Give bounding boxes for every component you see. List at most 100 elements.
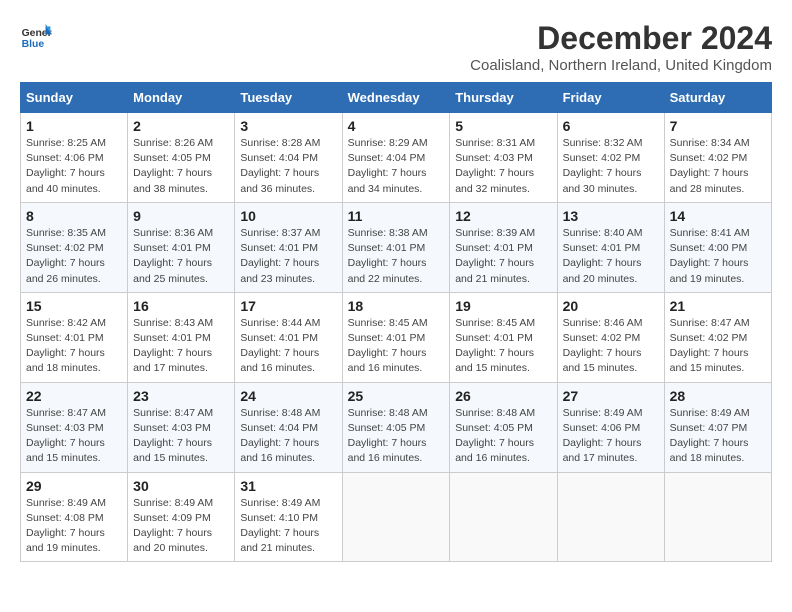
calendar-cell: 24 Sunrise: 8:48 AMSunset: 4:04 PMDayligh… <box>235 382 342 472</box>
day-number: 9 <box>133 208 229 224</box>
calendar-cell: 31 Sunrise: 8:49 AMSunset: 4:10 PMDayligh… <box>235 472 342 562</box>
day-info: Sunrise: 8:45 AMSunset: 4:01 PMDaylight:… <box>348 316 445 377</box>
day-number: 10 <box>240 208 336 224</box>
calendar-cell: 21 Sunrise: 8:47 AMSunset: 4:02 PMDayligh… <box>664 292 771 382</box>
calendar-cell: 18 Sunrise: 8:45 AMSunset: 4:01 PMDayligh… <box>342 292 450 382</box>
day-number: 8 <box>26 208 122 224</box>
calendar-cell: 22 Sunrise: 8:47 AMSunset: 4:03 PMDayligh… <box>21 382 128 472</box>
day-info: Sunrise: 8:36 AMSunset: 4:01 PMDaylight:… <box>133 226 229 287</box>
day-info: Sunrise: 8:43 AMSunset: 4:01 PMDaylight:… <box>133 316 229 377</box>
day-info: Sunrise: 8:39 AMSunset: 4:01 PMDaylight:… <box>455 226 551 287</box>
day-info: Sunrise: 8:48 AMSunset: 4:04 PMDaylight:… <box>240 406 336 467</box>
calendar-cell: 11 Sunrise: 8:38 AMSunset: 4:01 PMDayligh… <box>342 202 450 292</box>
calendar-week-row: 1 Sunrise: 8:25 AMSunset: 4:06 PMDaylight… <box>21 113 772 203</box>
day-number: 14 <box>670 208 766 224</box>
column-header-tuesday: Tuesday <box>235 83 342 113</box>
day-info: Sunrise: 8:48 AMSunset: 4:05 PMDaylight:… <box>348 406 445 467</box>
day-number: 21 <box>670 298 766 314</box>
calendar-cell: 20Sunrise: 8:46 AMSunset: 4:02 PMDayligh… <box>557 292 664 382</box>
calendar-cell: 17 Sunrise: 8:44 AMSunset: 4:01 PMDayligh… <box>235 292 342 382</box>
calendar-cell: 13Sunrise: 8:40 AMSunset: 4:01 PMDayligh… <box>557 202 664 292</box>
calendar-cell: 4Sunrise: 8:29 AMSunset: 4:04 PMDaylight… <box>342 113 450 203</box>
day-info: Sunrise: 8:37 AMSunset: 4:01 PMDaylight:… <box>240 226 336 287</box>
day-number: 30 <box>133 478 229 494</box>
column-header-sunday: Sunday <box>21 83 128 113</box>
day-number: 26 <box>455 388 551 404</box>
day-number: 7 <box>670 118 766 134</box>
calendar-cell: 9 Sunrise: 8:36 AMSunset: 4:01 PMDaylight… <box>128 202 235 292</box>
calendar-cell: 16 Sunrise: 8:43 AMSunset: 4:01 PMDayligh… <box>128 292 235 382</box>
calendar-cell: 25Sunrise: 8:48 AMSunset: 4:05 PMDayligh… <box>342 382 450 472</box>
day-info: Sunrise: 8:48 AMSunset: 4:05 PMDaylight:… <box>455 406 551 467</box>
day-info: Sunrise: 8:47 AMSunset: 4:02 PMDaylight:… <box>670 316 766 377</box>
day-info: Sunrise: 8:31 AMSunset: 4:03 PMDaylight:… <box>455 136 551 197</box>
calendar-cell: 8 Sunrise: 8:35 AMSunset: 4:02 PMDaylight… <box>21 202 128 292</box>
day-info: Sunrise: 8:49 AMSunset: 4:06 PMDaylight:… <box>563 406 659 467</box>
day-number: 23 <box>133 388 229 404</box>
svg-text:Blue: Blue <box>22 39 45 50</box>
calendar-cell: 14 Sunrise: 8:41 AMSunset: 4:00 PMDayligh… <box>664 202 771 292</box>
page-header: General Blue December 2024 Coalisland, N… <box>20 20 772 74</box>
day-number: 27 <box>563 388 659 404</box>
calendar-cell: 28 Sunrise: 8:49 AMSunset: 4:07 PMDayligh… <box>664 382 771 472</box>
day-number: 19 <box>455 298 551 314</box>
day-info: Sunrise: 8:41 AMSunset: 4:00 PMDaylight:… <box>670 226 766 287</box>
day-info: Sunrise: 8:47 AMSunset: 4:03 PMDaylight:… <box>133 406 229 467</box>
day-info: Sunrise: 8:44 AMSunset: 4:01 PMDaylight:… <box>240 316 336 377</box>
calendar-cell: 5 Sunrise: 8:31 AMSunset: 4:03 PMDaylight… <box>450 113 557 203</box>
day-info: Sunrise: 8:25 AMSunset: 4:06 PMDaylight:… <box>26 136 122 197</box>
calendar-header-row: SundayMondayTuesdayWednesdayThursdayFrid… <box>21 83 772 113</box>
calendar-week-row: 15 Sunrise: 8:42 AMSunset: 4:01 PMDayligh… <box>21 292 772 382</box>
day-info: Sunrise: 8:45 AMSunset: 4:01 PMDaylight:… <box>455 316 551 377</box>
calendar-cell: 6 Sunrise: 8:32 AMSunset: 4:02 PMDaylight… <box>557 113 664 203</box>
column-header-thursday: Thursday <box>450 83 557 113</box>
day-number: 29 <box>26 478 122 494</box>
calendar-cell: 27 Sunrise: 8:49 AMSunset: 4:06 PMDayligh… <box>557 382 664 472</box>
column-header-monday: Monday <box>128 83 235 113</box>
day-info: Sunrise: 8:26 AMSunset: 4:05 PMDaylight:… <box>133 136 229 197</box>
day-info: Sunrise: 8:40 AMSunset: 4:01 PMDaylight:… <box>563 226 659 287</box>
logo-icon: General Blue <box>20 20 52 52</box>
day-number: 18 <box>348 298 445 314</box>
calendar-cell: 19 Sunrise: 8:45 AMSunset: 4:01 PMDayligh… <box>450 292 557 382</box>
title-area: December 2024 Coalisland, Northern Irela… <box>470 20 772 74</box>
column-header-friday: Friday <box>557 83 664 113</box>
calendar-cell <box>342 472 450 562</box>
day-info: Sunrise: 8:46 AMSunset: 4:02 PMDaylight:… <box>563 316 659 377</box>
day-info: Sunrise: 8:42 AMSunset: 4:01 PMDaylight:… <box>26 316 122 377</box>
day-number: 24 <box>240 388 336 404</box>
day-info: Sunrise: 8:28 AMSunset: 4:04 PMDaylight:… <box>240 136 336 197</box>
calendar-week-row: 29 Sunrise: 8:49 AMSunset: 4:08 PMDayligh… <box>21 472 772 562</box>
calendar-cell: 2Sunrise: 8:26 AMSunset: 4:05 PMDaylight… <box>128 113 235 203</box>
day-number: 12 <box>455 208 551 224</box>
calendar-cell: 30Sunrise: 8:49 AMSunset: 4:09 PMDayligh… <box>128 472 235 562</box>
logo: General Blue <box>20 20 52 52</box>
day-number: 6 <box>563 118 659 134</box>
day-info: Sunrise: 8:49 AMSunset: 4:07 PMDaylight:… <box>670 406 766 467</box>
calendar-cell: 15 Sunrise: 8:42 AMSunset: 4:01 PMDayligh… <box>21 292 128 382</box>
day-number: 31 <box>240 478 336 494</box>
calendar-cell: 10 Sunrise: 8:37 AMSunset: 4:01 PMDayligh… <box>235 202 342 292</box>
day-number: 11 <box>348 208 445 224</box>
day-number: 22 <box>26 388 122 404</box>
calendar-cell: 29 Sunrise: 8:49 AMSunset: 4:08 PMDayligh… <box>21 472 128 562</box>
day-number: 1 <box>26 118 122 134</box>
day-info: Sunrise: 8:35 AMSunset: 4:02 PMDaylight:… <box>26 226 122 287</box>
calendar-cell: 1 Sunrise: 8:25 AMSunset: 4:06 PMDaylight… <box>21 113 128 203</box>
day-info: Sunrise: 8:49 AMSunset: 4:10 PMDaylight:… <box>240 496 336 557</box>
day-number: 5 <box>455 118 551 134</box>
day-info: Sunrise: 8:29 AMSunset: 4:04 PMDaylight:… <box>348 136 445 197</box>
calendar-week-row: 8 Sunrise: 8:35 AMSunset: 4:02 PMDaylight… <box>21 202 772 292</box>
day-number: 16 <box>133 298 229 314</box>
main-title: December 2024 <box>470 20 772 57</box>
calendar-cell <box>664 472 771 562</box>
day-info: Sunrise: 8:49 AMSunset: 4:08 PMDaylight:… <box>26 496 122 557</box>
subtitle: Coalisland, Northern Ireland, United Kin… <box>470 57 772 74</box>
day-info: Sunrise: 8:47 AMSunset: 4:03 PMDaylight:… <box>26 406 122 467</box>
calendar-cell <box>557 472 664 562</box>
day-number: 15 <box>26 298 122 314</box>
day-info: Sunrise: 8:32 AMSunset: 4:02 PMDaylight:… <box>563 136 659 197</box>
day-info: Sunrise: 8:38 AMSunset: 4:01 PMDaylight:… <box>348 226 445 287</box>
day-number: 17 <box>240 298 336 314</box>
day-number: 28 <box>670 388 766 404</box>
